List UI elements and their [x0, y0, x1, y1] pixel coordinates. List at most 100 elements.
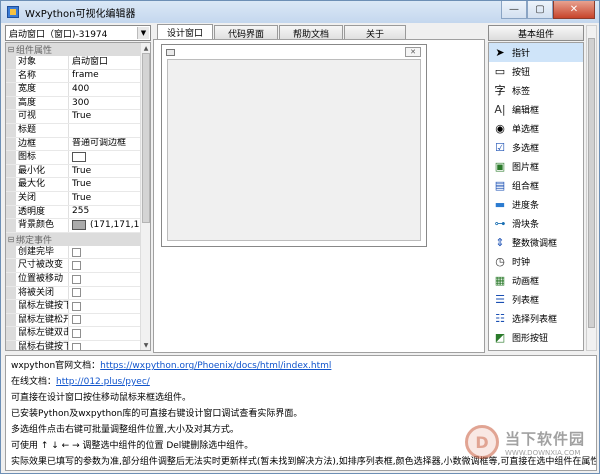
property-row[interactable]: 最小化 True: [6, 164, 141, 179]
scroll-thumb[interactable]: [142, 53, 150, 223]
component-item[interactable]: ☰ 列表框: [489, 290, 583, 309]
property-value[interactable]: True: [69, 192, 141, 205]
event-value[interactable]: [69, 259, 141, 272]
event-row[interactable]: 鼠标右键按下: [6, 340, 141, 350]
component-item[interactable]: 🔗 超级链接框: [489, 347, 583, 350]
event-checkbox[interactable]: [72, 247, 81, 257]
icon-picker[interactable]: [72, 152, 86, 163]
object-selector[interactable]: 启动窗口（窗口)-31974 ▼: [5, 25, 151, 41]
component-item[interactable]: ☑ 多选框: [489, 138, 583, 157]
tab-about[interactable]: 关于: [344, 25, 406, 40]
event-checkbox[interactable]: [72, 315, 81, 325]
property-value[interactable]: [69, 124, 141, 137]
property-row[interactable]: 背景颜色 (171,171,1: [6, 219, 141, 233]
scroll-down-icon[interactable]: ▼: [141, 340, 150, 350]
component-item[interactable]: ⊶ 滑块条: [489, 214, 583, 233]
component-label: 按钮: [512, 68, 531, 78]
property-value[interactable]: (171,171,1: [69, 219, 141, 232]
event-checkbox[interactable]: [72, 301, 81, 311]
scroll-thumb[interactable]: [588, 38, 595, 328]
close-button[interactable]: ✕: [553, 1, 595, 19]
color-swatch[interactable]: [72, 220, 86, 231]
design-frame-titlebar[interactable]: [162, 45, 426, 59]
property-value[interactable]: 255: [69, 206, 141, 219]
event-row[interactable]: 鼠标左键按下: [6, 300, 141, 314]
event-row[interactable]: 将被关闭: [6, 286, 141, 301]
event-value[interactable]: [69, 246, 141, 259]
progress-icon: ▬: [494, 198, 506, 211]
chevron-down-icon[interactable]: ▼: [137, 27, 149, 39]
event-row[interactable]: 尺寸被改变: [6, 259, 141, 273]
category-properties[interactable]: ⊟ 组件属性: [6, 43, 141, 56]
property-value[interactable]: True: [69, 178, 141, 191]
collapse-icon[interactable]: ⊟: [6, 45, 16, 54]
event-checkbox[interactable]: [72, 288, 81, 298]
property-value[interactable]: True: [69, 165, 141, 178]
property-value[interactable]: 400: [69, 83, 141, 96]
event-row[interactable]: 创建完毕: [6, 245, 141, 260]
event-checkbox[interactable]: [72, 342, 81, 350]
log-line: wxpython官网文档：https://wxpython.org/Phoeni…: [11, 358, 591, 374]
property-value[interactable]: 普通可调边框: [69, 138, 141, 151]
palette-scrollbar[interactable]: [586, 25, 597, 351]
event-value[interactable]: [69, 300, 141, 313]
component-item[interactable]: ◩ 图形按钮: [489, 328, 583, 347]
component-item[interactable]: ◷ 时钟: [489, 252, 583, 271]
property-row[interactable]: 图标: [6, 151, 141, 165]
basic-components-button[interactable]: 基本组件: [488, 25, 584, 41]
property-value[interactable]: True: [69, 110, 141, 123]
component-item[interactable]: ☷ 选择列表框: [489, 309, 583, 328]
maximize-button[interactable]: ▢: [527, 1, 553, 19]
component-item[interactable]: ▦ 动画框: [489, 271, 583, 290]
property-scrollbar[interactable]: ▲ ▼: [140, 43, 150, 350]
event-checkbox[interactable]: [72, 274, 81, 284]
property-row[interactable]: 透明度 255: [6, 205, 141, 220]
event-checkbox[interactable]: [72, 261, 81, 271]
design-frame-body[interactable]: [167, 59, 421, 241]
component-item[interactable]: A| 编辑框: [489, 100, 583, 119]
property-value[interactable]: frame: [69, 70, 141, 83]
event-row[interactable]: 位置被移动: [6, 272, 141, 287]
event-value[interactable]: [69, 327, 141, 340]
event-checkbox[interactable]: [72, 329, 81, 339]
property-value[interactable]: [69, 151, 141, 164]
category-events[interactable]: ⊟ 绑定事件: [6, 232, 141, 246]
tab-help[interactable]: 帮助文档: [279, 25, 343, 40]
component-item[interactable]: ▭ 按钮: [489, 62, 583, 81]
property-row[interactable]: 高度 300: [6, 96, 141, 111]
docs-link[interactable]: https://wxpython.org/Phoenix/docs/html/i…: [100, 361, 331, 371]
component-item[interactable]: ▤ 组合框: [489, 176, 583, 195]
property-row[interactable]: 可视 True: [6, 110, 141, 124]
property-row[interactable]: 对象 启动窗口: [6, 56, 141, 70]
component-item[interactable]: ▬ 进度条: [489, 195, 583, 214]
property-row[interactable]: 最大化 True: [6, 178, 141, 192]
tab-code[interactable]: 代码界面: [214, 25, 278, 40]
scroll-up-icon[interactable]: ▲: [141, 43, 150, 53]
title-bar[interactable]: WxPython可视化编辑器 — ▢ ✕: [1, 1, 599, 23]
component-item[interactable]: 字标签: [489, 81, 583, 100]
property-row[interactable]: 标题: [6, 123, 141, 138]
event-row[interactable]: 鼠标左键双击: [6, 327, 141, 341]
property-row[interactable]: 宽度 400: [6, 83, 141, 97]
component-item[interactable]: ▣ 图片框: [489, 157, 583, 176]
property-value[interactable]: 300: [69, 97, 141, 110]
online-docs-link[interactable]: http://012.plus/pyec/: [56, 377, 150, 387]
component-item[interactable]: ◉ 单选框: [489, 119, 583, 138]
event-value[interactable]: [69, 341, 141, 350]
collapse-icon[interactable]: ⊟: [6, 235, 16, 244]
property-row[interactable]: 关闭 True: [6, 191, 141, 206]
minimize-button[interactable]: —: [501, 1, 527, 19]
property-row[interactable]: 边框 普通可调边框: [6, 137, 141, 152]
tab-design[interactable]: 设计窗口: [157, 24, 213, 40]
design-canvas[interactable]: ✕: [153, 39, 485, 353]
design-frame-preview[interactable]: ✕: [161, 44, 427, 247]
close-icon[interactable]: ✕: [405, 47, 421, 57]
property-value[interactable]: 启动窗口: [69, 56, 141, 69]
property-row[interactable]: 名称 frame: [6, 69, 141, 84]
event-value[interactable]: [69, 287, 141, 300]
event-value[interactable]: [69, 314, 141, 327]
component-item[interactable]: ➤ 指针: [489, 43, 583, 62]
component-item[interactable]: ⇕ 整数微调框: [489, 233, 583, 252]
event-value[interactable]: [69, 273, 141, 286]
event-row[interactable]: 鼠标左键松开: [6, 313, 141, 328]
